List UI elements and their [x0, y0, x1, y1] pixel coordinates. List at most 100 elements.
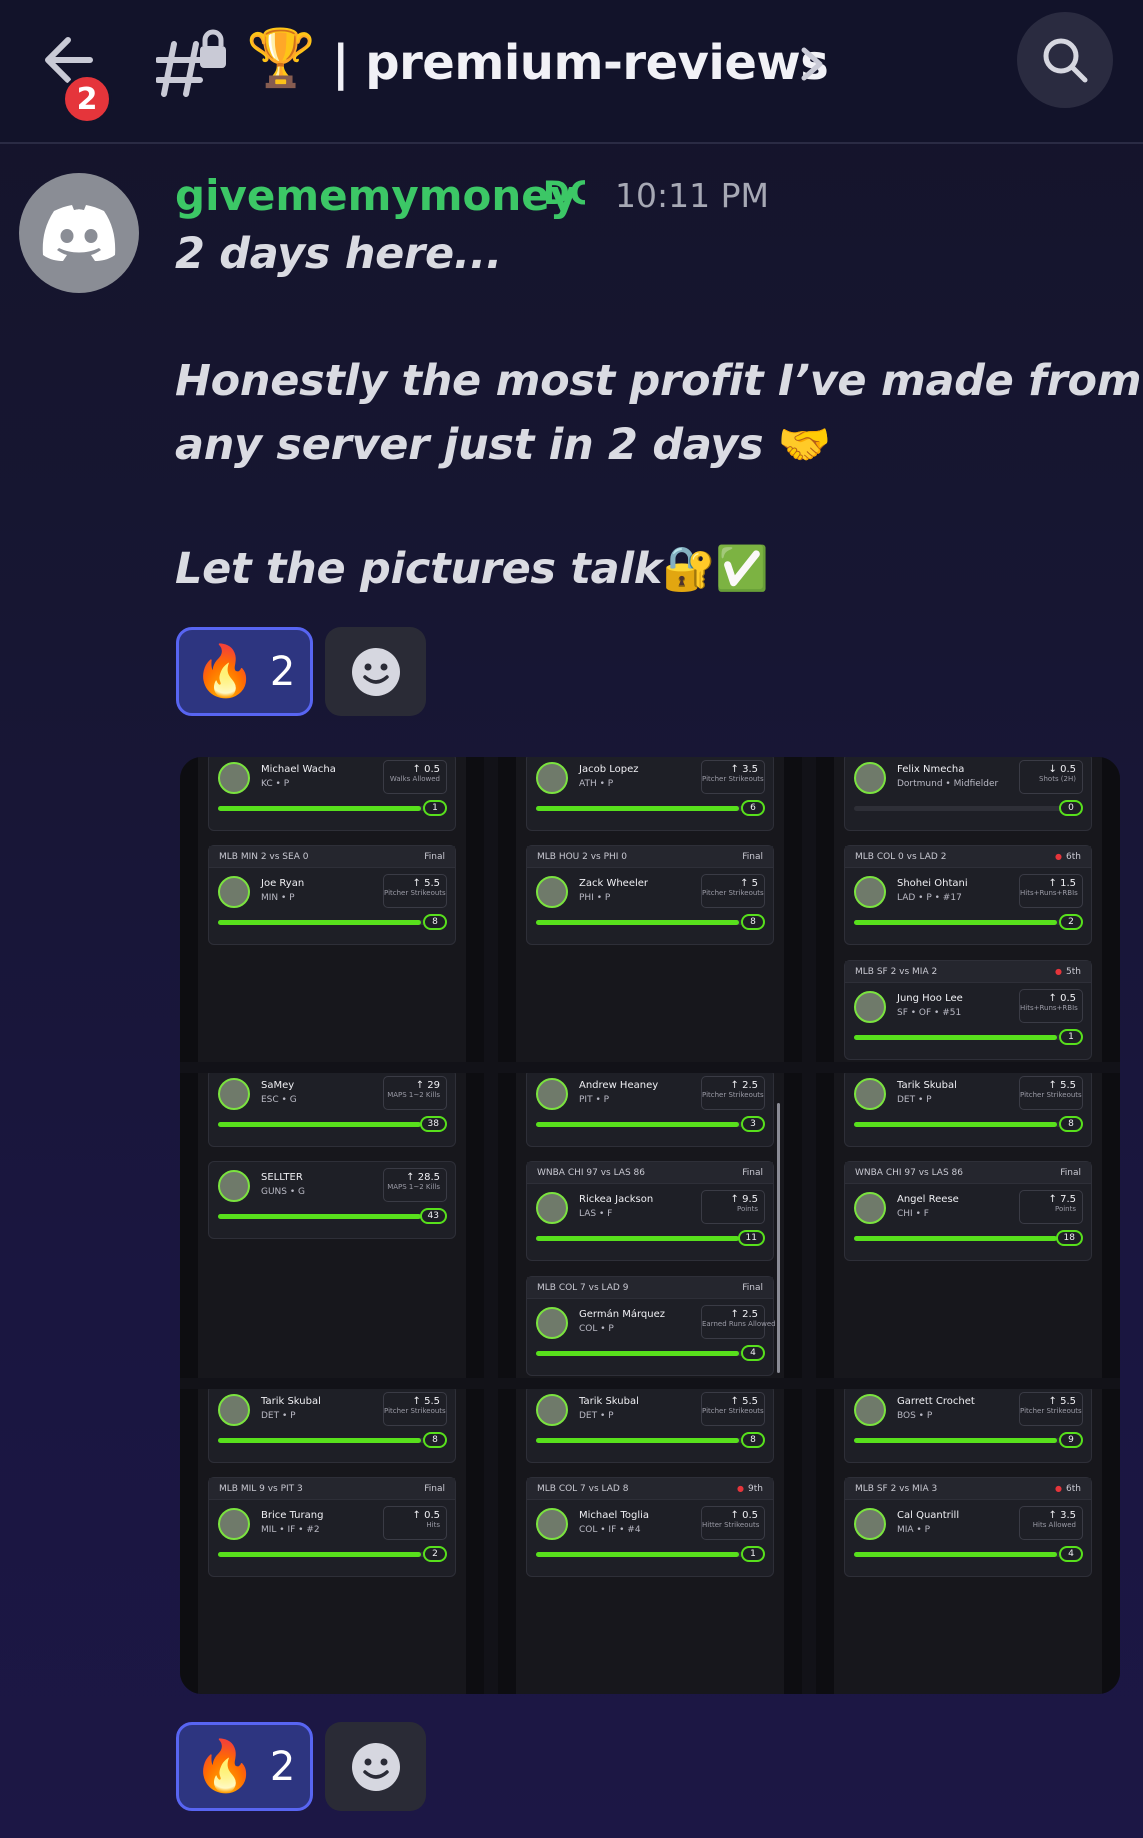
progress-bar	[854, 806, 1065, 811]
game-matchup: MLB COL 7 vs LAD 9	[537, 1283, 629, 1293]
pick-card: Tarik Skubal DET • P ↑ 5.5 Pitcher Strikeou…	[526, 1389, 774, 1463]
player-avatar	[218, 1394, 250, 1426]
player-name: Cal Quantrill	[897, 1510, 960, 1521]
player-name: Tarik Skubal	[897, 1080, 957, 1091]
username[interactable]: givememymoney	[175, 168, 577, 224]
fire-reaction-bottom[interactable]: 🔥 2	[176, 1722, 313, 1811]
stat-line-box: ↑ 0.5 Hits+Runs+RBIs	[1019, 989, 1083, 1023]
stat-category: Pitcher Strikeouts	[702, 1091, 764, 1099]
progress-fill	[854, 920, 1057, 925]
player-avatar	[854, 1078, 886, 1110]
screenshot-tile[interactable]: Tarik Skubal DET • P ↑ 5.5 Pitcher Strikeou…	[180, 1389, 484, 1694]
pick-card: Michael Wacha KC • P ↑ 0.5 Walks Allowed 1	[208, 757, 456, 831]
player-avatar	[218, 1170, 250, 1202]
screenshot-tile[interactable]: Andrew Heaney PIT • P ↑ 2.5 Pitcher Strikeo…	[498, 1073, 802, 1378]
screenshot-tile[interactable]: Garrett Crochet BOS • P ↑ 5.5 Pitcher Strik…	[816, 1389, 1120, 1694]
stat-line-box: ↑ 9.5 Points	[701, 1190, 765, 1224]
stat-line: ↑ 0.5	[1048, 993, 1076, 1004]
player-name: Rickea Jackson	[579, 1194, 654, 1205]
user-avatar[interactable]	[19, 173, 139, 293]
player-team: PHI • P	[579, 893, 611, 903]
stat-category: Pitcher Strikeouts	[702, 1407, 764, 1415]
stat-line: ↑ 5.5	[412, 1396, 440, 1407]
player-avatar	[218, 876, 250, 908]
stat-category: Pitcher Strikeouts	[384, 1407, 446, 1415]
stat-line-box: ↑ 1.5 Hits+Runs+RBIs	[1019, 874, 1083, 908]
stat-category: Walks Allowed	[389, 775, 440, 783]
player-team: LAD • P • #17	[897, 893, 962, 903]
progress-bar	[218, 806, 429, 811]
game-header: MLB SF 2 vs MIA 2 5th	[845, 961, 1091, 983]
stat-line-box: ↑ 28.5 MAPS 1~2 Kills	[383, 1168, 447, 1202]
player-name: Jacob Lopez	[579, 764, 639, 775]
scrollbar-thumb	[777, 1103, 780, 1373]
add-reaction-button-bottom[interactable]	[325, 1722, 426, 1811]
discord-logo-icon	[42, 205, 116, 261]
stat-category: Shots (2H)	[1039, 775, 1076, 783]
progress-fill	[536, 1122, 739, 1127]
player-name: Andrew Heaney	[579, 1080, 659, 1091]
game-header: MLB COL 0 vs LAD 2 6th	[845, 846, 1091, 868]
smiley-icon	[351, 647, 400, 696]
screenshot-tile[interactable]: Tarik Skubal DET • P ↑ 5.5 Pitcher Strikeou…	[498, 1389, 802, 1694]
player-name: Jung Hoo Lee	[897, 993, 963, 1004]
stat-result: 18	[1055, 1230, 1083, 1246]
stat-result: 1	[423, 800, 447, 816]
channel-title[interactable]: | premium-reviews	[332, 30, 829, 96]
pick-card: Jacob Lopez ATH • P ↑ 3.5 Pitcher Strikeout…	[526, 757, 774, 831]
pick-card: MLB COL 0 vs LAD 2 6th Shohei Ohtani LAD • …	[844, 845, 1092, 945]
chevron-right-icon[interactable]	[798, 44, 826, 84]
stat-line: ↑ 29	[415, 1080, 440, 1091]
player-avatar	[854, 762, 886, 794]
screenshot-tile[interactable]: SaMey ESC • G ↑ 29 MAPS 1~2 Kills 38 SELLTER G…	[180, 1073, 484, 1378]
player-name: Joe Ryan	[261, 878, 305, 889]
stat-line-box: ↑ 5 Pitcher Strikeouts	[701, 874, 765, 908]
stat-category: Hits+Runs+RBIs	[1020, 1004, 1078, 1012]
pick-card: MLB COL 7 vs LAD 8 9th Michael Toglia COL •…	[526, 1477, 774, 1577]
screenshot-tile[interactable]: Michael Wacha KC • P ↑ 0.5 Walks Allowed 1 ML…	[180, 757, 484, 1062]
game-matchup: WNBA CHI 97 vs LAS 86	[537, 1168, 645, 1178]
pick-card: Tarik Skubal DET • P ↑ 5.5 Pitcher Strikeou…	[208, 1389, 456, 1463]
screenshot-tile[interactable]: Jacob Lopez ATH • P ↑ 3.5 Pitcher Strikeout…	[498, 757, 802, 1062]
stat-result: 1	[741, 1546, 765, 1562]
game-status: Final	[1060, 1168, 1081, 1178]
progress-bar	[854, 1236, 1065, 1241]
stat-line: ↑ 5.5	[1048, 1396, 1076, 1407]
stat-line-box: ↑ 0.5 Hitter Strikeouts	[701, 1506, 765, 1540]
progress-fill	[854, 1552, 1057, 1557]
player-team: DET • P	[897, 1095, 932, 1105]
player-name: Zack Wheeler	[579, 878, 649, 889]
message-line-2: Honestly the most profit I’ve made from	[175, 356, 1142, 406]
stat-result: 4	[741, 1345, 765, 1361]
player-avatar	[536, 1394, 568, 1426]
add-reaction-button[interactable]	[325, 627, 426, 716]
stat-line-box: ↑ 2.5 Earned Runs Allowed	[701, 1305, 776, 1339]
message-line-4-text: Let the pictures talk	[175, 544, 663, 594]
screenshot-tile[interactable]: Tarik Skubal DET • P ↑ 5.5 Pitcher Strikeou…	[816, 1073, 1120, 1378]
screenshot-tile[interactable]: Felix Nmecha Dortmund • Midfielder ↓ 0.5 Sh…	[816, 757, 1120, 1062]
pick-card: Garrett Crochet BOS • P ↑ 5.5 Pitcher Strik…	[844, 1389, 1092, 1463]
pick-card: SELLTER GUNS • G ↑ 28.5 MAPS 1~2 Kills 43	[208, 1161, 456, 1239]
progress-bar	[218, 920, 429, 925]
stat-result: 8	[423, 914, 447, 930]
stat-line-box: ↑ 5.5 Pitcher Strikeouts	[383, 1392, 447, 1426]
stat-result: 6	[741, 800, 765, 816]
progress-bar	[218, 1552, 429, 1557]
game-matchup: MLB MIN 2 vs SEA 0	[219, 852, 309, 862]
game-header: MLB COL 7 vs LAD 9 Final	[527, 1277, 773, 1299]
unread-badge: 2	[62, 74, 112, 124]
handshake-emoji: 🤝	[777, 420, 832, 470]
player-team: BOS • P	[897, 1411, 933, 1421]
player-team: KC • P	[261, 779, 290, 789]
search-button[interactable]	[1017, 12, 1113, 108]
stat-result: 0	[1059, 800, 1083, 816]
message-timestamp: 10:11 PM	[615, 176, 769, 215]
fire-reaction[interactable]: 🔥 2	[176, 627, 313, 716]
stat-category: MAPS 1~2 Kills	[387, 1091, 440, 1099]
stat-result: 3	[741, 1116, 765, 1132]
stat-line-box: ↑ 0.5 Walks Allowed	[383, 760, 447, 794]
pick-card: WNBA CHI 97 vs LAS 86 Final Rickea Jackson…	[526, 1161, 774, 1261]
stat-line-box: ↑ 0.5 Hits	[383, 1506, 447, 1540]
image-attachments-grid[interactable]: Michael Wacha KC • P ↑ 0.5 Walks Allowed 1 ML…	[180, 757, 1120, 1694]
stat-line: ↑ 2.5	[730, 1309, 758, 1320]
